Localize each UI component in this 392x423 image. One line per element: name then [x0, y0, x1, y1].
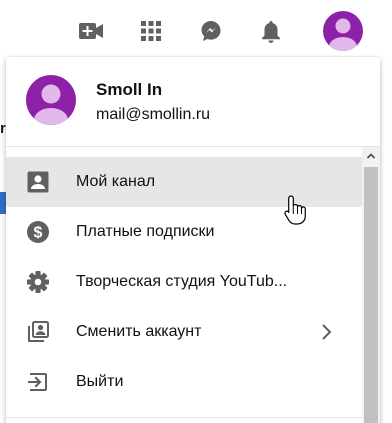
menu-item-switch-account[interactable]: Сменить аккаунт — [6, 307, 362, 357]
messages-icon[interactable] — [198, 18, 224, 44]
gear-icon — [26, 270, 50, 294]
account-name: Smoll In — [96, 80, 163, 99]
menu-item-label: Платные подписки — [76, 223, 215, 240]
masthead — [0, 0, 392, 60]
chevron-right-icon — [316, 322, 336, 342]
scroll-up-button[interactable] — [362, 147, 380, 165]
sign-out-icon — [26, 370, 50, 394]
scrollbar[interactable] — [362, 147, 380, 423]
menu-item-label: Выйти — [76, 373, 124, 390]
switch-account-icon — [26, 320, 50, 344]
hand-pointer-cursor — [284, 194, 308, 226]
dollar-circle-icon: $ — [26, 220, 50, 244]
video-camera-plus-icon[interactable] — [78, 18, 104, 44]
avatar[interactable] — [323, 11, 363, 51]
menu-item-paid-subscriptions[interactable]: $ Платные подписки — [6, 207, 362, 257]
account-header: Smoll In mail@smollin.ru — [6, 57, 380, 147]
person-box-icon — [26, 170, 50, 194]
divider — [6, 417, 362, 418]
scrollbar-thumb[interactable] — [364, 167, 378, 423]
account-menu-list: Мой канал $ Платные подписки Творческая … — [6, 157, 362, 407]
menu-item-label: Сменить аккаунт — [76, 323, 202, 340]
menu-item-my-channel[interactable]: Мой канал — [6, 157, 362, 207]
menu-item-sign-out[interactable]: Выйти — [6, 357, 362, 407]
menu-item-label: Творческая студия YouTub... — [76, 273, 288, 290]
apps-grid-icon[interactable] — [138, 18, 164, 44]
bell-icon[interactable] — [258, 18, 284, 44]
svg-text:$: $ — [34, 225, 43, 242]
account-avatar — [26, 75, 76, 125]
account-email: mail@smollin.ru — [96, 106, 211, 123]
menu-item-label: Мой канал — [76, 173, 156, 190]
menu-item-creator-studio[interactable]: Творческая студия YouTub... — [6, 257, 362, 307]
account-menu: Smoll In mail@smollin.ru Мой канал $ Пла… — [6, 57, 380, 423]
